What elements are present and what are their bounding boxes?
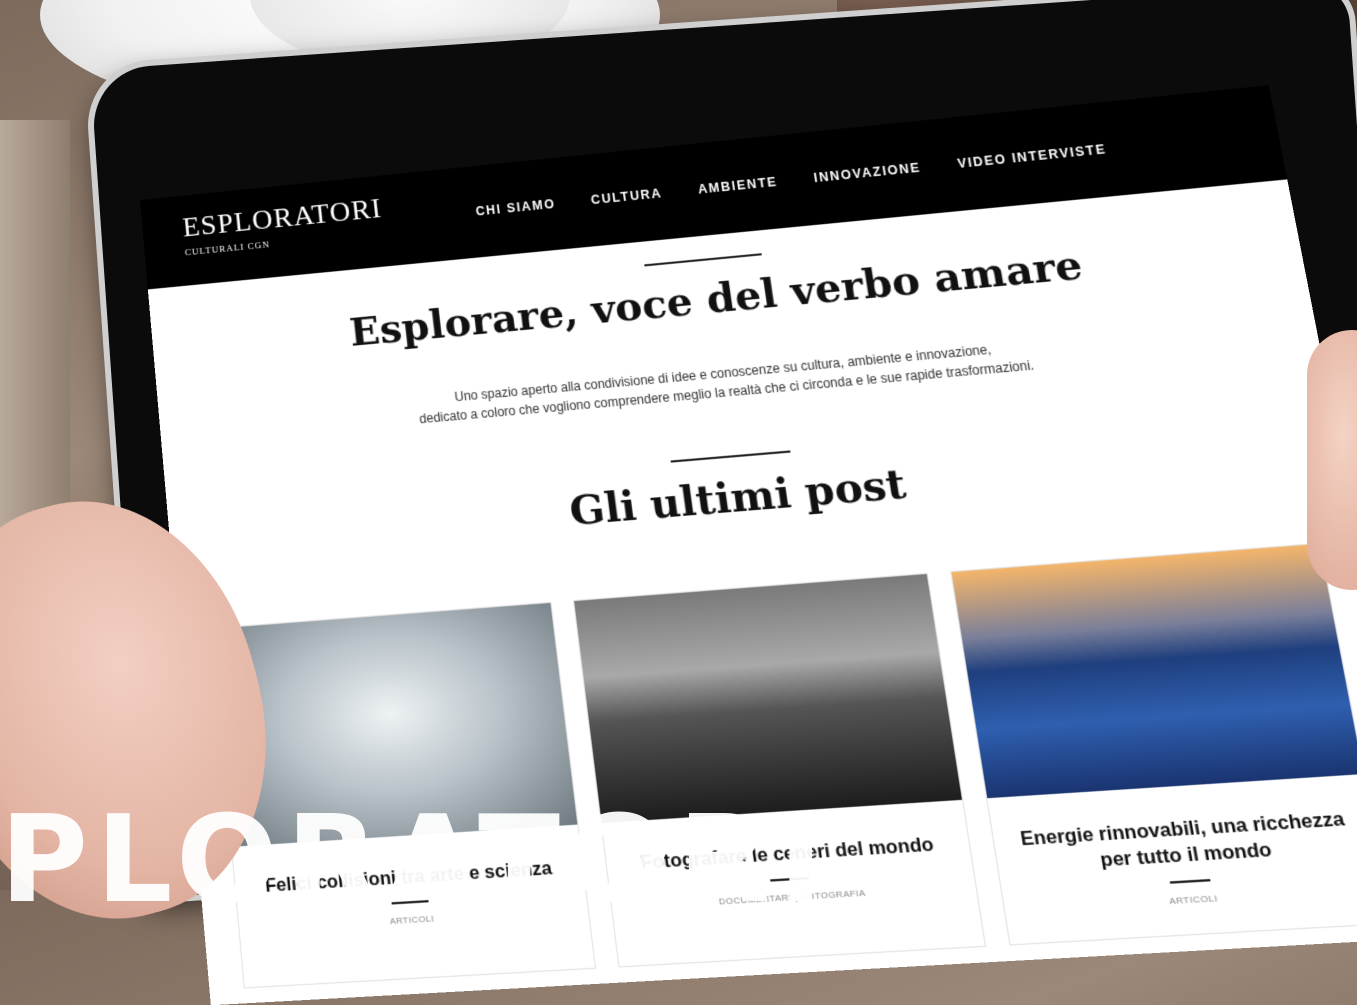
nav-item-chi-siamo[interactable]: CHI SIAMO <box>475 197 557 219</box>
watermark-text: PLORATORI <box>0 791 832 930</box>
divider <box>670 450 791 463</box>
right-thumb <box>1307 330 1357 590</box>
nav-item-ambiente[interactable]: AMBIENTE <box>697 175 779 197</box>
nav-item-cultura[interactable]: CULTURA <box>590 186 663 207</box>
post-category[interactable]: ARTICOLI <box>1004 883 1357 916</box>
post-card[interactable]: Energie rinnovabili, una ricchezza per t… <box>950 542 1357 946</box>
nav-item-innovazione[interactable]: INNOVAZIONE <box>813 160 922 185</box>
divider <box>1169 878 1211 884</box>
post-title[interactable]: Energie rinnovabili, una ricchezza per t… <box>1015 806 1355 878</box>
nav-item-video-interviste[interactable]: VIDEO INTERVISTE <box>956 142 1107 171</box>
site-logo[interactable]: ESPLORATORI CULTURALI CGN <box>181 193 386 265</box>
post-image-solar[interactable] <box>951 543 1357 799</box>
hero-intro: Uno spazio aperto alla condivisione di i… <box>348 330 1109 435</box>
posts-heading: Gli ultimi post <box>566 458 910 535</box>
post-image-desert[interactable] <box>574 574 962 824</box>
divider <box>644 253 762 267</box>
